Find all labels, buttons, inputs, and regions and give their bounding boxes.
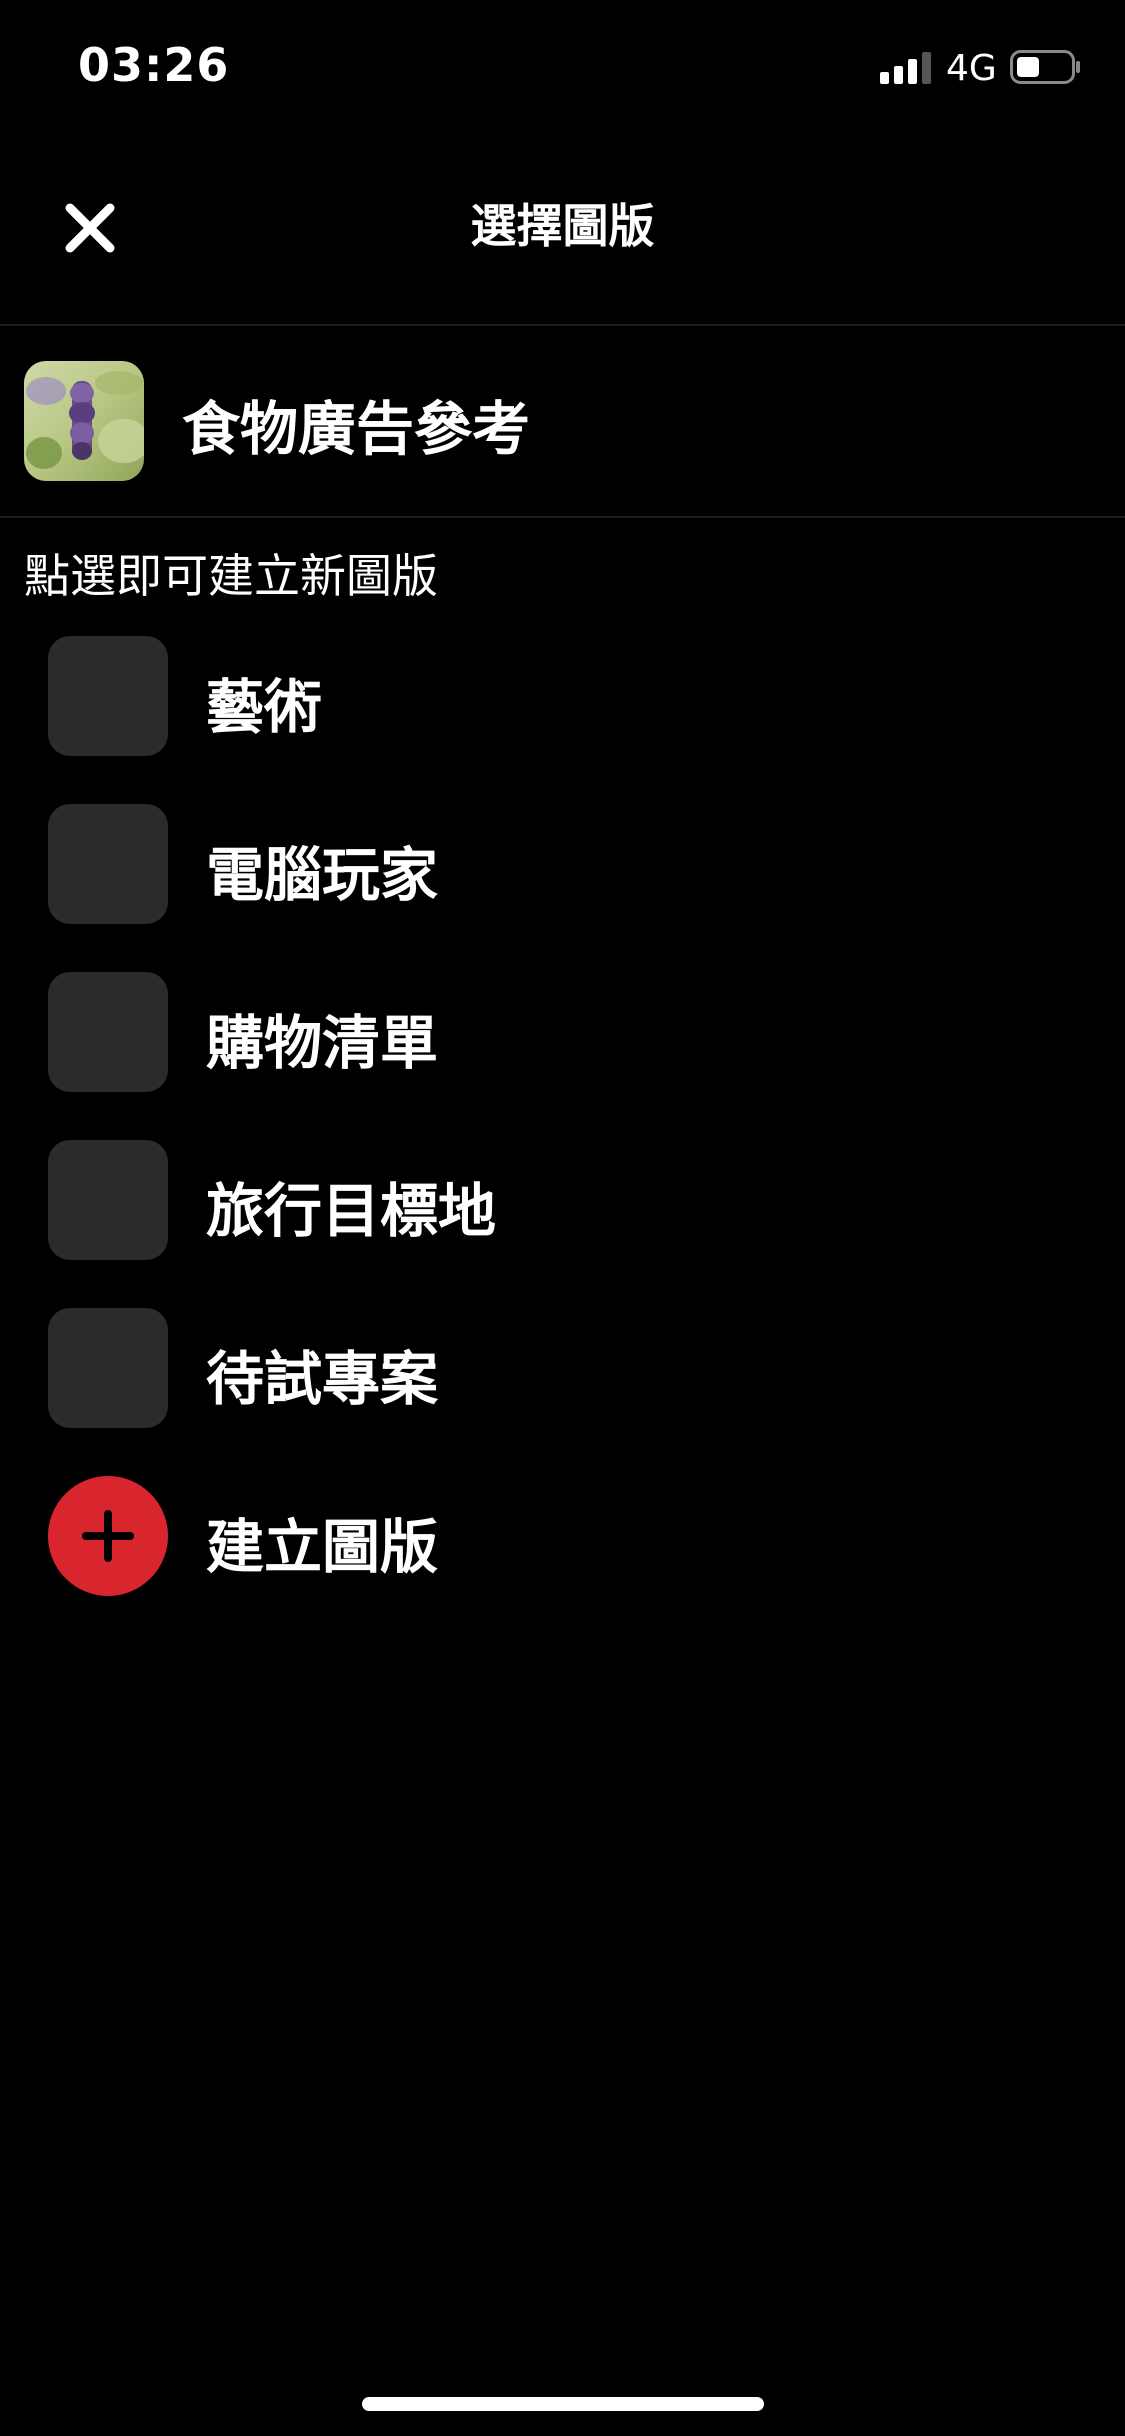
board-item[interactable]: 藝術: [0, 624, 1125, 792]
board-item-label: 待試專案: [206, 1345, 439, 1413]
board-item-label: 電腦玩家: [206, 841, 439, 909]
create-board-button[interactable]: 建立圖版: [0, 1464, 1125, 1632]
board-placeholder-thumbnail: [48, 1140, 168, 1260]
board-thumbnail-image: [24, 361, 144, 481]
board-placeholder-thumbnail: [48, 636, 168, 756]
header: 選擇圖版: [0, 132, 1125, 326]
plus-icon: [82, 1510, 134, 1562]
network-label: 4G: [946, 48, 997, 89]
status-time: 03:26: [78, 38, 230, 92]
current-board-label: 食物廣告參考: [182, 395, 531, 463]
home-indicator[interactable]: [362, 2397, 764, 2411]
current-board-item[interactable]: 食物廣告參考: [0, 324, 1125, 518]
board-item-label: 購物清單: [206, 1009, 439, 1077]
board-item-label: 旅行目標地: [206, 1177, 497, 1245]
board-placeholder-thumbnail: [48, 972, 168, 1092]
create-board-circle: [48, 1476, 168, 1596]
board-item-label: 藝術: [206, 673, 323, 741]
cellular-signal-icon: [880, 52, 931, 84]
battery-icon: [1010, 50, 1080, 84]
board-placeholder-thumbnail: [48, 804, 168, 924]
board-item[interactable]: 待試專案: [0, 1296, 1125, 1464]
create-board-label: 建立圖版: [206, 1513, 439, 1581]
board-placeholder-thumbnail: [48, 1308, 168, 1428]
board-item[interactable]: 購物清單: [0, 960, 1125, 1128]
page-title: 選擇圖版: [470, 199, 655, 253]
board-item[interactable]: 旅行目標地: [0, 1128, 1125, 1296]
status-bar: 03:26 4G: [0, 0, 1125, 132]
board-item[interactable]: 電腦玩家: [0, 792, 1125, 960]
section-hint: 點選即可建立新圖版: [24, 549, 438, 603]
